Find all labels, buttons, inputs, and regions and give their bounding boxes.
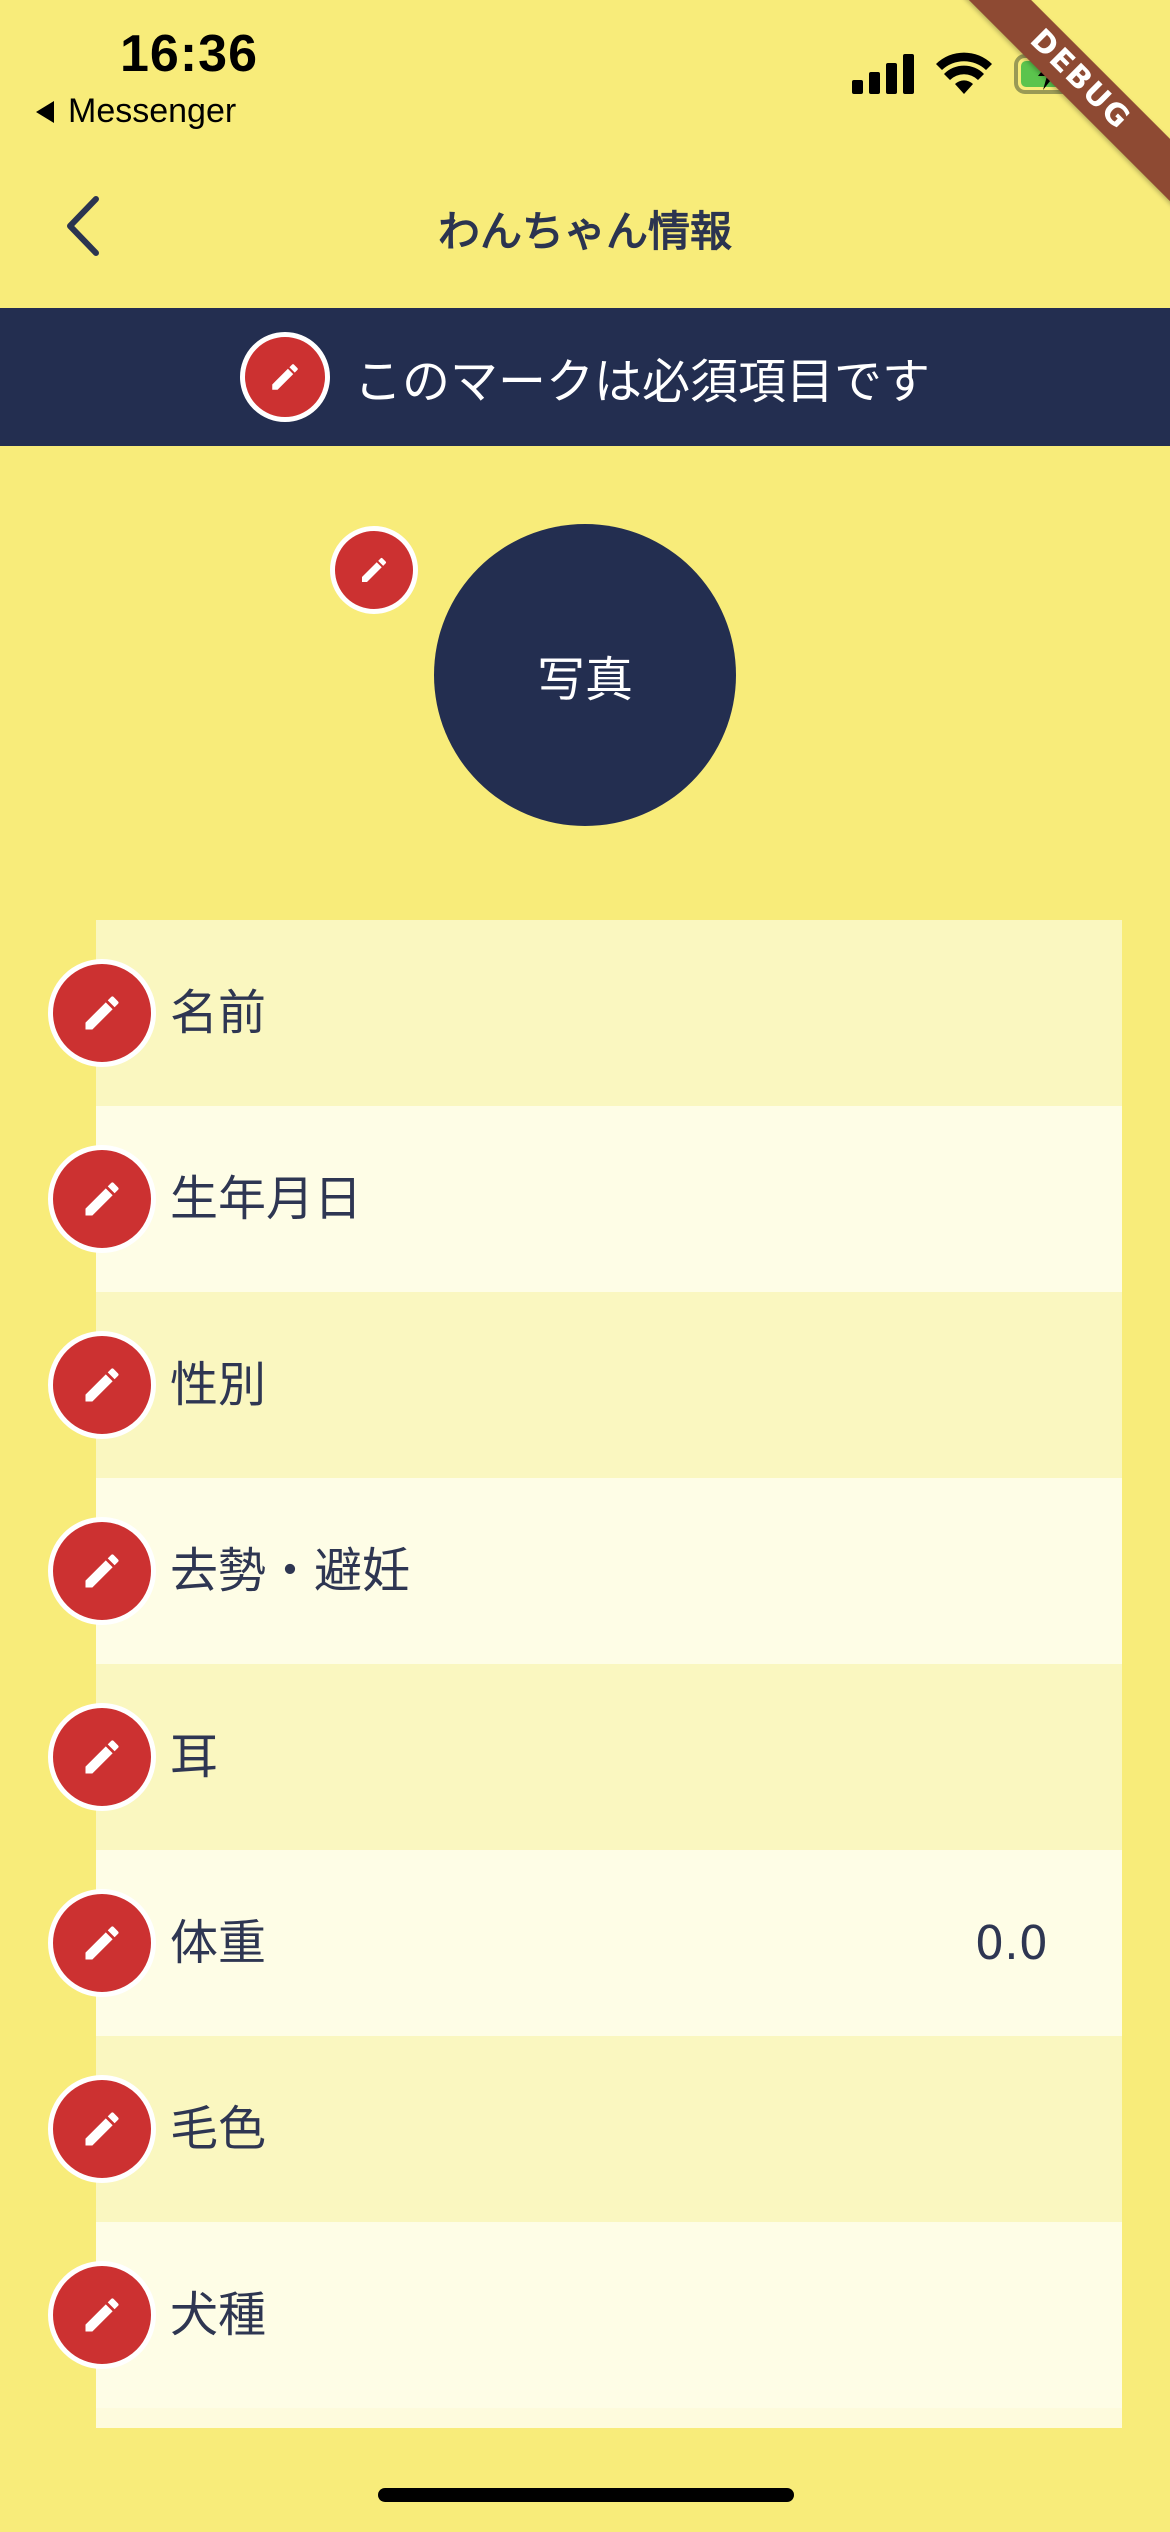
field-label: 名前 (170, 985, 267, 1041)
page-title: わんちゃん情報 (437, 207, 732, 256)
required-badge (48, 959, 156, 1067)
pencil-icon (85, 996, 119, 1030)
status-time: 16:36 (120, 25, 258, 83)
pencil-icon (85, 2112, 119, 2146)
pencil-icon (85, 2298, 119, 2332)
back-to-app-link[interactable]: Messenger (36, 92, 236, 131)
required-legend-text: このマークは必須項目です (353, 354, 930, 410)
form-row[interactable]: 体重 0.0 (96, 1850, 1122, 2036)
form-row[interactable]: 生年月日 (96, 1106, 1122, 1292)
photo-label: 写真 (536, 652, 633, 708)
form-row[interactable]: 去勢・避妊 (96, 1478, 1122, 1664)
required-legend-banner: このマークは必須項目です (0, 308, 1170, 446)
required-badge (48, 1703, 156, 1811)
form-row[interactable]: 犬種 (96, 2222, 1122, 2408)
wifi-icon (936, 52, 992, 94)
debug-ribbon: DEBUG (937, 0, 1170, 223)
field-value: 0.0 (974, 1916, 1048, 1970)
required-badge (48, 1145, 156, 1253)
back-app-label: Messenger (68, 92, 237, 130)
pencil-icon (362, 557, 387, 582)
form-row[interactable]: 耳 (96, 1664, 1122, 1850)
field-label: 毛色 (170, 2101, 267, 2157)
pencil-icon (85, 1926, 119, 1960)
cellular-signal-icon (852, 54, 914, 94)
pencil-icon (85, 1182, 119, 1216)
required-badge (48, 2075, 156, 2183)
required-badge (48, 2261, 156, 2369)
form-row[interactable]: 名前 (96, 920, 1122, 1106)
pencil-icon (85, 1368, 119, 1402)
field-label: 性別 (170, 1357, 267, 1413)
required-mark-badge (239, 332, 330, 422)
pencil-icon (85, 1740, 119, 1774)
field-label: 耳 (170, 1729, 219, 1785)
form-row[interactable]: 性別 (96, 1292, 1122, 1478)
required-badge (48, 1517, 156, 1625)
back-triangle-icon (36, 100, 54, 123)
field-label: 犬種 (170, 2287, 267, 2343)
pencil-icon (272, 364, 298, 390)
field-label: 体重 (170, 1915, 267, 1971)
pencil-icon (85, 1554, 119, 1588)
required-badge (48, 1889, 156, 1997)
form-row[interactable]: 毛色 (96, 2036, 1122, 2222)
field-label: 去勢・避妊 (170, 1543, 411, 1599)
field-label: 生年月日 (170, 1171, 363, 1227)
photo-required-badge (330, 526, 418, 614)
photo-picker[interactable]: 写真 (434, 524, 736, 826)
required-badge (48, 1331, 156, 1439)
home-indicator (378, 2488, 794, 2502)
